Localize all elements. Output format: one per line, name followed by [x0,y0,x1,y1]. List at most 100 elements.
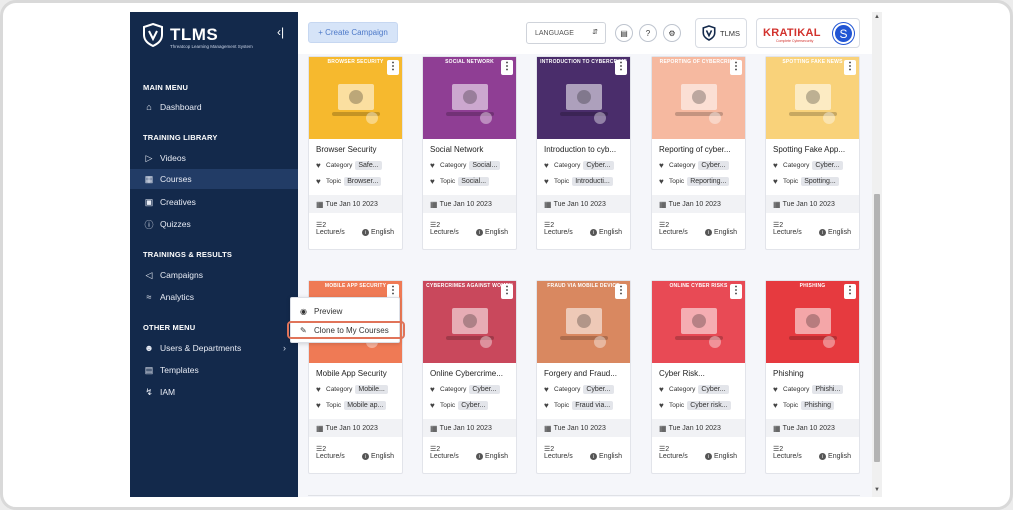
course-title[interactable]: Reporting of cyber... [652,139,745,157]
bookmark-icon: ♥ [430,400,435,410]
scroll-down-icon[interactable]: ▼ [874,487,880,493]
help-icon[interactable]: ? [639,24,657,42]
course-thumbnail[interactable]: SOCIAL NETWORK ⋮ [423,57,516,139]
sidebar-item-templates[interactable]: ▤ Templates [130,360,298,380]
sidebar-item-campaigns[interactable]: ◁ Campaigns [130,265,298,285]
course-thumbnail[interactable]: PHISHING ⋮ [766,281,859,363]
language-text: English [599,229,622,236]
calendar-icon: ▦ [773,199,781,209]
kebab-menu-icon[interactable]: ⋮ [730,284,742,299]
scrollbar[interactable]: ▲ ▼ [872,12,882,497]
course-footer: ☰2 Lecture/s i English [309,437,402,473]
course-title[interactable]: Phishing [766,363,859,381]
course-title[interactable]: Social Network [423,139,516,157]
course-card[interactable]: BROWSER SECURITY ⋮ Browser Security ♥ Ca… [308,56,403,250]
clone-menu-item[interactable]: ✎ Clone to My Courses [287,321,405,339]
kebab-menu-icon[interactable]: ⋮ [615,284,627,299]
topic-chip: Cyber... [458,400,489,410]
course-card[interactable]: SPOTTING FAKE NEWS ⋮ Spotting Fake App..… [765,56,860,250]
calendar-icon: ▦ [430,423,438,433]
brand-name: TLMS [170,25,219,44]
create-campaign-button[interactable]: + Create Campaign [308,22,398,43]
course-card[interactable]: REPORTING OF CYBERCRIME ⋮ Reporting of c… [651,56,746,250]
sidebar-item-quizzes[interactable]: ⓘ Quizzes [130,214,298,234]
kebab-menu-icon[interactable]: ⋮ [730,60,742,75]
course-language: i English [705,229,737,236]
course-title[interactable]: Introduction to cyb... [537,139,630,157]
lecture-count: ☰2 [430,445,509,453]
sidebar-item-dashboard[interactable]: ⌂ Dashboard [130,97,298,117]
preview-menu-item[interactable]: ◉ Preview [291,302,401,320]
sidebar-item-videos[interactable]: ▷ Videos [130,148,298,168]
sidebar-item-creatives[interactable]: ▣ Creatives [130,192,298,212]
chevron-right-icon: › [283,343,286,353]
course-title[interactable]: Cyber Risk... [652,363,745,381]
thumbnail-title: REPORTING OF CYBERCRIME [659,59,738,65]
kebab-menu-icon[interactable]: ⋮ [387,60,399,75]
topic-label: Topic [783,177,799,185]
org-logo: KRATIKAL [763,27,821,39]
course-thumbnail[interactable]: INTRODUCTION TO CYBERCRIME ⋮ [537,57,630,139]
course-thumbnail[interactable]: REPORTING OF CYBERCRIME ⋮ [652,57,745,139]
user-icon: ☻ [144,343,154,353]
bookmark-icon: ♥ [659,400,664,410]
topic-chip: Social... [458,176,490,186]
sidebar-item-iam[interactable]: ↯ IAM [130,382,298,402]
scroll-up-icon[interactable]: ▲ [874,14,880,20]
course-card[interactable]: SOCIAL NETWORK ⋮ Social Network ♥ Catego… [422,56,517,250]
date-text: Tue Jan 10 2023 [553,424,606,432]
course-title[interactable]: Browser Security [309,139,402,157]
course-thumbnail[interactable]: SPOTTING FAKE NEWS ⋮ [766,57,859,139]
bookmark-icon: ♥ [773,160,778,170]
course-category: ♥ Category Social... [423,157,516,173]
gear-icon[interactable]: ⚙ [663,24,681,42]
course-card[interactable]: INTRODUCTION TO CYBERCRIME ⋮ Introductio… [536,56,631,250]
sidebar-item-analytics[interactable]: ≈ Analytics [130,287,298,307]
kebab-menu-icon[interactable]: ⋮ [844,284,856,299]
kebab-menu-icon[interactable]: ⋮ [615,60,627,75]
book-open-icon[interactable]: ▤ [615,24,633,42]
kebab-menu-icon[interactable]: ⋮ [501,284,513,299]
collapse-sidebar-icon[interactable]: ‹| [277,25,284,39]
course-category: ♥ Category Cyber... [537,157,630,173]
info-icon: i [476,453,484,460]
sidebar-item-courses[interactable]: ▦ Courses [130,169,298,189]
bookmark-icon: ♥ [659,176,664,186]
topic-chip: Spotting... [801,176,839,186]
course-card[interactable]: CYBERCRIMES AGAINST WOMEN ⋮ Online Cyber… [422,280,517,474]
course-language: i English [362,453,394,460]
course-title[interactable]: Forgery and Fraud... [537,363,630,381]
course-category: ♥ Category Cyber... [652,157,745,173]
course-thumbnail[interactable]: ONLINE CYBER RISKS ⋮ [652,281,745,363]
video-icon: ▷ [145,152,153,163]
sidebar: TLMS Threatcop Learning Management Syste… [130,12,298,497]
scrollbar-thumb[interactable] [874,194,880,462]
course-illustration-icon [445,84,494,124]
course-title[interactable]: Spotting Fake App... [766,139,859,157]
course-card[interactable]: FRAUD VIA MOBILE DEVICE ⋮ Forgery and Fr… [536,280,631,474]
topic-label: Topic [554,177,570,185]
tlms-switch[interactable]: TLMS [695,18,747,48]
home-icon: ⌂ [146,102,152,112]
avatar[interactable]: S [833,23,854,44]
language-select[interactable]: LANGUAGE ⇵ [526,22,606,44]
date-text: Tue Jan 10 2023 [439,424,492,432]
preview-label: Preview [314,306,343,316]
kebab-menu-icon[interactable]: ⋮ [501,60,513,75]
course-thumbnail[interactable]: BROWSER SECURITY ⋮ [309,57,402,139]
topic-chip: Reporting... [687,176,730,186]
course-card[interactable]: PHISHING ⋮ Phishing ♥ Category Phishi...… [765,280,860,474]
org-profile[interactable]: KRATIKAL Complete Cybersecurity S [756,18,860,48]
course-language: i English [705,453,737,460]
language-text: English [485,453,508,460]
course-title[interactable]: Online Cybercrime... [423,363,516,381]
course-title[interactable]: Mobile App Security [309,363,402,381]
kebab-menu-icon[interactable]: ⋮ [844,60,856,75]
section-training-library: TRAINING LIBRARY [143,133,218,142]
brand[interactable]: TLMS Threatcop Learning Management Syste… [142,20,253,50]
date-text: Tue Jan 10 2023 [439,200,492,208]
course-thumbnail[interactable]: FRAUD VIA MOBILE DEVICE ⋮ [537,281,630,363]
course-card[interactable]: ONLINE CYBER RISKS ⋮ Cyber Risk... ♥ Cat… [651,280,746,474]
course-thumbnail[interactable]: CYBERCRIMES AGAINST WOMEN ⋮ [423,281,516,363]
sidebar-item-users-departments[interactable]: ☻ Users & Departments › [130,338,298,358]
